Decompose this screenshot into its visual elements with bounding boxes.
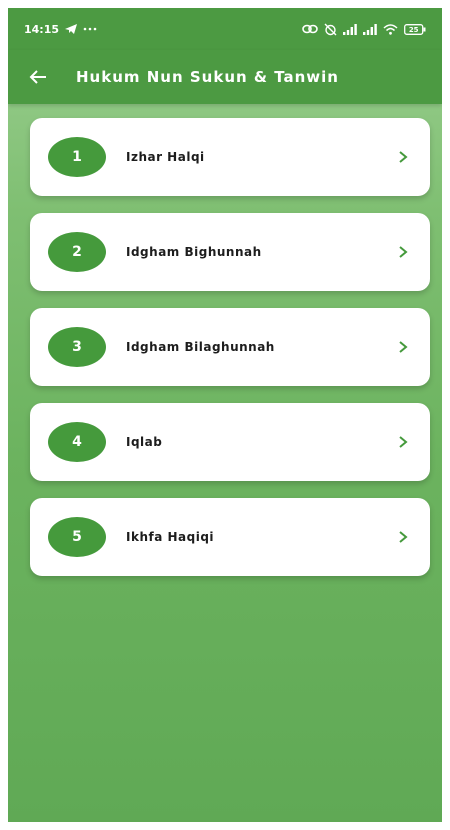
link-icon [302, 24, 318, 34]
chevron-right-icon [398, 530, 408, 544]
chevron-right-icon [398, 245, 408, 259]
chevron-right-icon [398, 435, 408, 449]
chevron-right-icon [398, 340, 408, 354]
status-left: 14:15 [24, 23, 97, 36]
page-title: Hukum Nun Sukun & Tanwin [76, 68, 339, 86]
item-number: 3 [48, 327, 106, 367]
item-label: Idgham Bighunnah [126, 245, 262, 259]
lesson-list: 1 Izhar Halqi 2 Idgham Bighunnah 3 Idgha… [30, 118, 430, 593]
list-item-ikhfa-haqiqi[interactable]: 5 Ikhfa Haqiqi [30, 498, 430, 576]
phone-screen: 14:15 25 Hukum Nun Sukun & Tanwin 1 Izha… [8, 8, 442, 822]
list-item-izhar-halqi[interactable]: 1 Izhar Halqi [30, 118, 430, 196]
item-label: Iqlab [126, 435, 163, 449]
back-button[interactable] [20, 59, 56, 95]
battery-icon: 25 [404, 23, 426, 35]
status-bar: 14:15 25 [8, 8, 442, 50]
item-number: 2 [48, 232, 106, 272]
item-label: Ikhfa Haqiqi [126, 530, 215, 544]
telegram-icon [65, 24, 78, 34]
alarm-off-icon [324, 23, 337, 36]
status-right: 25 [302, 23, 426, 36]
item-label: Izhar Halqi [126, 150, 205, 164]
app-bar: Hukum Nun Sukun & Tanwin [8, 50, 442, 104]
battery-level: 25 [409, 26, 419, 34]
wifi-icon [383, 23, 398, 35]
item-number: 4 [48, 422, 106, 462]
status-time: 14:15 [24, 22, 60, 36]
item-number: 1 [48, 137, 106, 177]
item-label: Idgham Bilaghunnah [126, 340, 275, 354]
arrow-left-icon [29, 70, 46, 84]
item-number: 5 [48, 517, 106, 557]
signal-icon [363, 23, 377, 35]
list-item-iqlab[interactable]: 4 Iqlab [30, 403, 430, 481]
list-item-idgham-bighunnah[interactable]: 2 Idgham Bighunnah [30, 213, 430, 291]
more-icon [83, 27, 97, 31]
list-item-idgham-bilaghunnah[interactable]: 3 Idgham Bilaghunnah [30, 308, 430, 386]
chevron-right-icon [398, 150, 408, 164]
signal-icon [343, 23, 357, 35]
